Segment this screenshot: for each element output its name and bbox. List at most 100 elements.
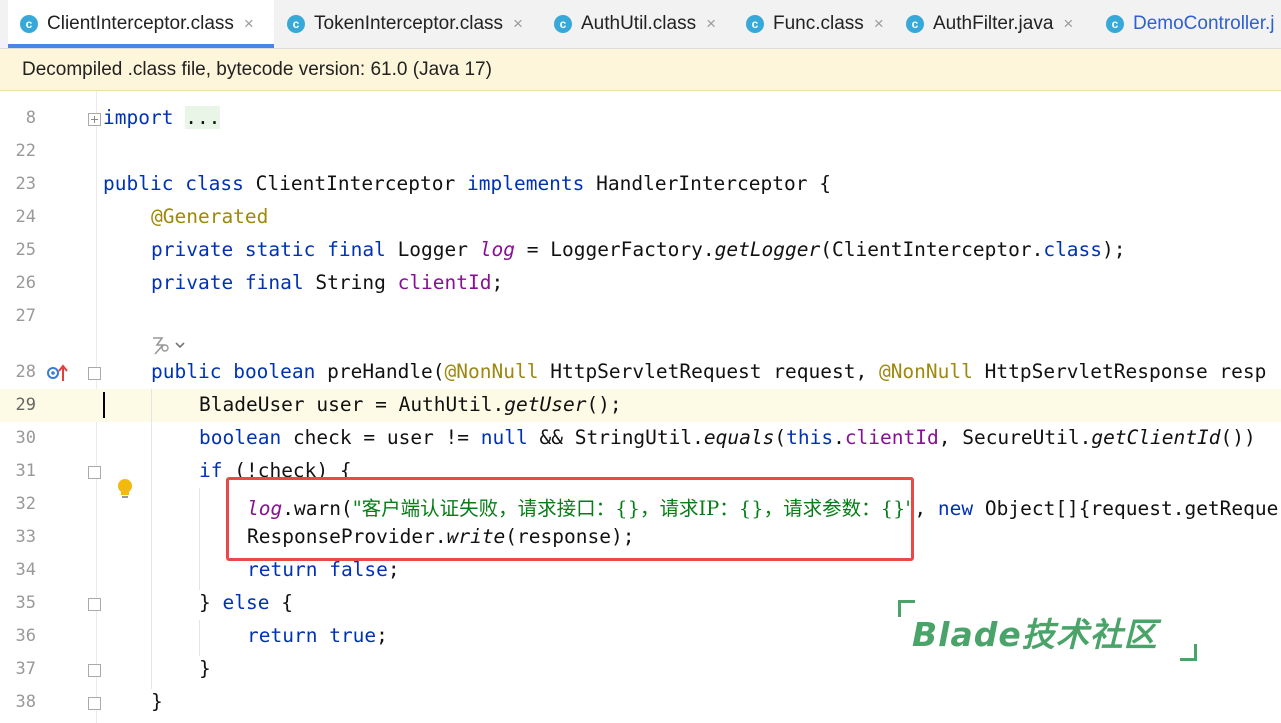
code-line-35[interactable]: } else { (199, 591, 293, 614)
keyword: this (786, 426, 834, 449)
tab-authfilter[interactable]: c AuthFilter.java × (906, 0, 1073, 48)
override-method-icon[interactable] (46, 362, 70, 384)
close-icon[interactable]: × (706, 14, 716, 34)
keyword: implements (467, 172, 585, 195)
tab-label: DemoController.j (1133, 13, 1275, 34)
code-line-37[interactable]: } (199, 657, 211, 680)
tab-label: AuthUtil.class (581, 13, 697, 34)
inlay-hint-icon[interactable] (150, 334, 190, 356)
code-text: } (151, 690, 163, 713)
class-icon: c (287, 15, 305, 33)
method-name: getUser (504, 393, 587, 416)
code-line-34[interactable]: return false; (247, 558, 400, 581)
code-line-26[interactable]: private final String clientId; (151, 271, 503, 294)
keyword: null (480, 426, 528, 449)
code-text: , (914, 497, 927, 520)
code-text: . (833, 426, 845, 449)
line-number: 8 (25, 108, 36, 128)
line-number: 26 (15, 273, 36, 293)
keyword: private final (151, 271, 304, 294)
class-icon: c (906, 15, 924, 33)
text-caret (103, 392, 105, 418)
current-line-highlight (0, 389, 1281, 422)
indent-guide (199, 620, 200, 656)
tab-label: Func.class (773, 13, 864, 34)
keyword: return (247, 624, 318, 647)
code-text: { (281, 591, 293, 614)
code-line-28[interactable]: public boolean preHandle(@NonNull HttpSe… (151, 360, 1266, 383)
lightbulb-icon[interactable] (114, 476, 136, 502)
line-number: 23 (15, 174, 36, 194)
keyword: true (329, 624, 377, 647)
line-number: 31 (15, 461, 36, 481)
close-icon[interactable]: × (244, 14, 254, 34)
tab-democontroller[interactable]: c DemoController.j (1106, 0, 1275, 48)
fold-expand-icon[interactable] (88, 113, 101, 126)
watermark: Blade技术社区 (912, 615, 1158, 654)
code-line-30[interactable]: boolean check = user != null && StringUt… (199, 426, 1256, 449)
close-icon[interactable]: × (874, 14, 884, 34)
class-icon: c (746, 15, 764, 33)
tab-clientinterceptor[interactable]: c ClientInterceptor.class × (8, 0, 274, 48)
code-line-36[interactable]: return true; (247, 624, 388, 647)
keyword: return (247, 558, 318, 581)
method-name: equals (703, 426, 775, 449)
code-line-29[interactable]: BladeUser user = AuthUtil.getUser(); (199, 393, 622, 416)
keyword: if (199, 459, 223, 482)
code-line-24[interactable]: @Generated (151, 205, 268, 228)
class-icon: c (554, 15, 572, 33)
fold-collapse-icon[interactable] (88, 598, 101, 611)
code-text: ; (387, 558, 400, 581)
line-number: 30 (15, 428, 36, 448)
code-text: Object[]{request.getReque (984, 497, 1279, 520)
tab-label: ClientInterceptor.class (47, 13, 234, 34)
code-text: ( (774, 426, 787, 449)
method-name: getLogger (714, 238, 821, 261)
code-text: (ClientInterceptor. (820, 238, 1044, 261)
tab-label: TokenInterceptor.class (314, 13, 504, 34)
folded-imports[interactable]: ... (185, 106, 221, 129)
line-number: 38 (15, 692, 36, 712)
tab-func[interactable]: c Func.class × (746, 0, 884, 48)
code-line-8[interactable]: import ... (103, 106, 221, 129)
line-number: 22 (15, 141, 36, 161)
code-text: } (199, 591, 211, 614)
fold-collapse-icon[interactable] (88, 664, 101, 677)
code-text: HttpServletResponse resp (984, 360, 1267, 383)
code-text: = LoggerFactory. (526, 238, 715, 261)
tab-authutil[interactable]: c AuthUtil.class × (554, 0, 716, 48)
line-number: 35 (15, 593, 36, 613)
type-name: Logger (397, 238, 469, 261)
code-text: && StringUtil. (539, 426, 704, 449)
indent-guide (151, 389, 152, 689)
indent-guide (199, 488, 200, 590)
code-line-23[interactable]: public class ClientInterceptor implement… (103, 172, 831, 195)
close-icon[interactable]: × (1063, 14, 1073, 34)
close-icon[interactable]: × (513, 14, 523, 34)
editor-tab-bar: c ClientInterceptor.class × c TokenInter… (0, 0, 1281, 49)
annotation: @NonNull (878, 360, 973, 383)
keyword: class (1043, 238, 1103, 261)
class-icon: c (1106, 15, 1124, 33)
fold-collapse-icon[interactable] (88, 697, 101, 710)
code-text: , SecureUtil. (938, 426, 1092, 449)
keyword: class (185, 172, 244, 195)
class-name: ClientInterceptor (255, 172, 456, 195)
keyword: new (937, 497, 974, 520)
code-text: ; (376, 624, 388, 647)
line-number: 34 (15, 560, 36, 580)
type-name: String (315, 271, 386, 294)
tab-tokeninterceptor[interactable]: c TokenInterceptor.class × (287, 0, 523, 48)
watermark-bracket (1180, 644, 1197, 661)
keyword: boolean (233, 360, 316, 383)
tab-label: AuthFilter.java (933, 13, 1054, 34)
keyword: private static final (151, 238, 386, 261)
line-number: 28 (15, 362, 36, 382)
code-text: ); (1102, 238, 1126, 261)
code-line-25[interactable]: private static final Logger log = Logger… (151, 238, 1126, 261)
fold-collapse-icon[interactable] (88, 466, 101, 479)
line-number: 27 (15, 306, 36, 326)
code-text: (); (586, 393, 622, 416)
code-line-38[interactable]: } (151, 690, 163, 713)
fold-collapse-icon[interactable] (88, 367, 101, 380)
